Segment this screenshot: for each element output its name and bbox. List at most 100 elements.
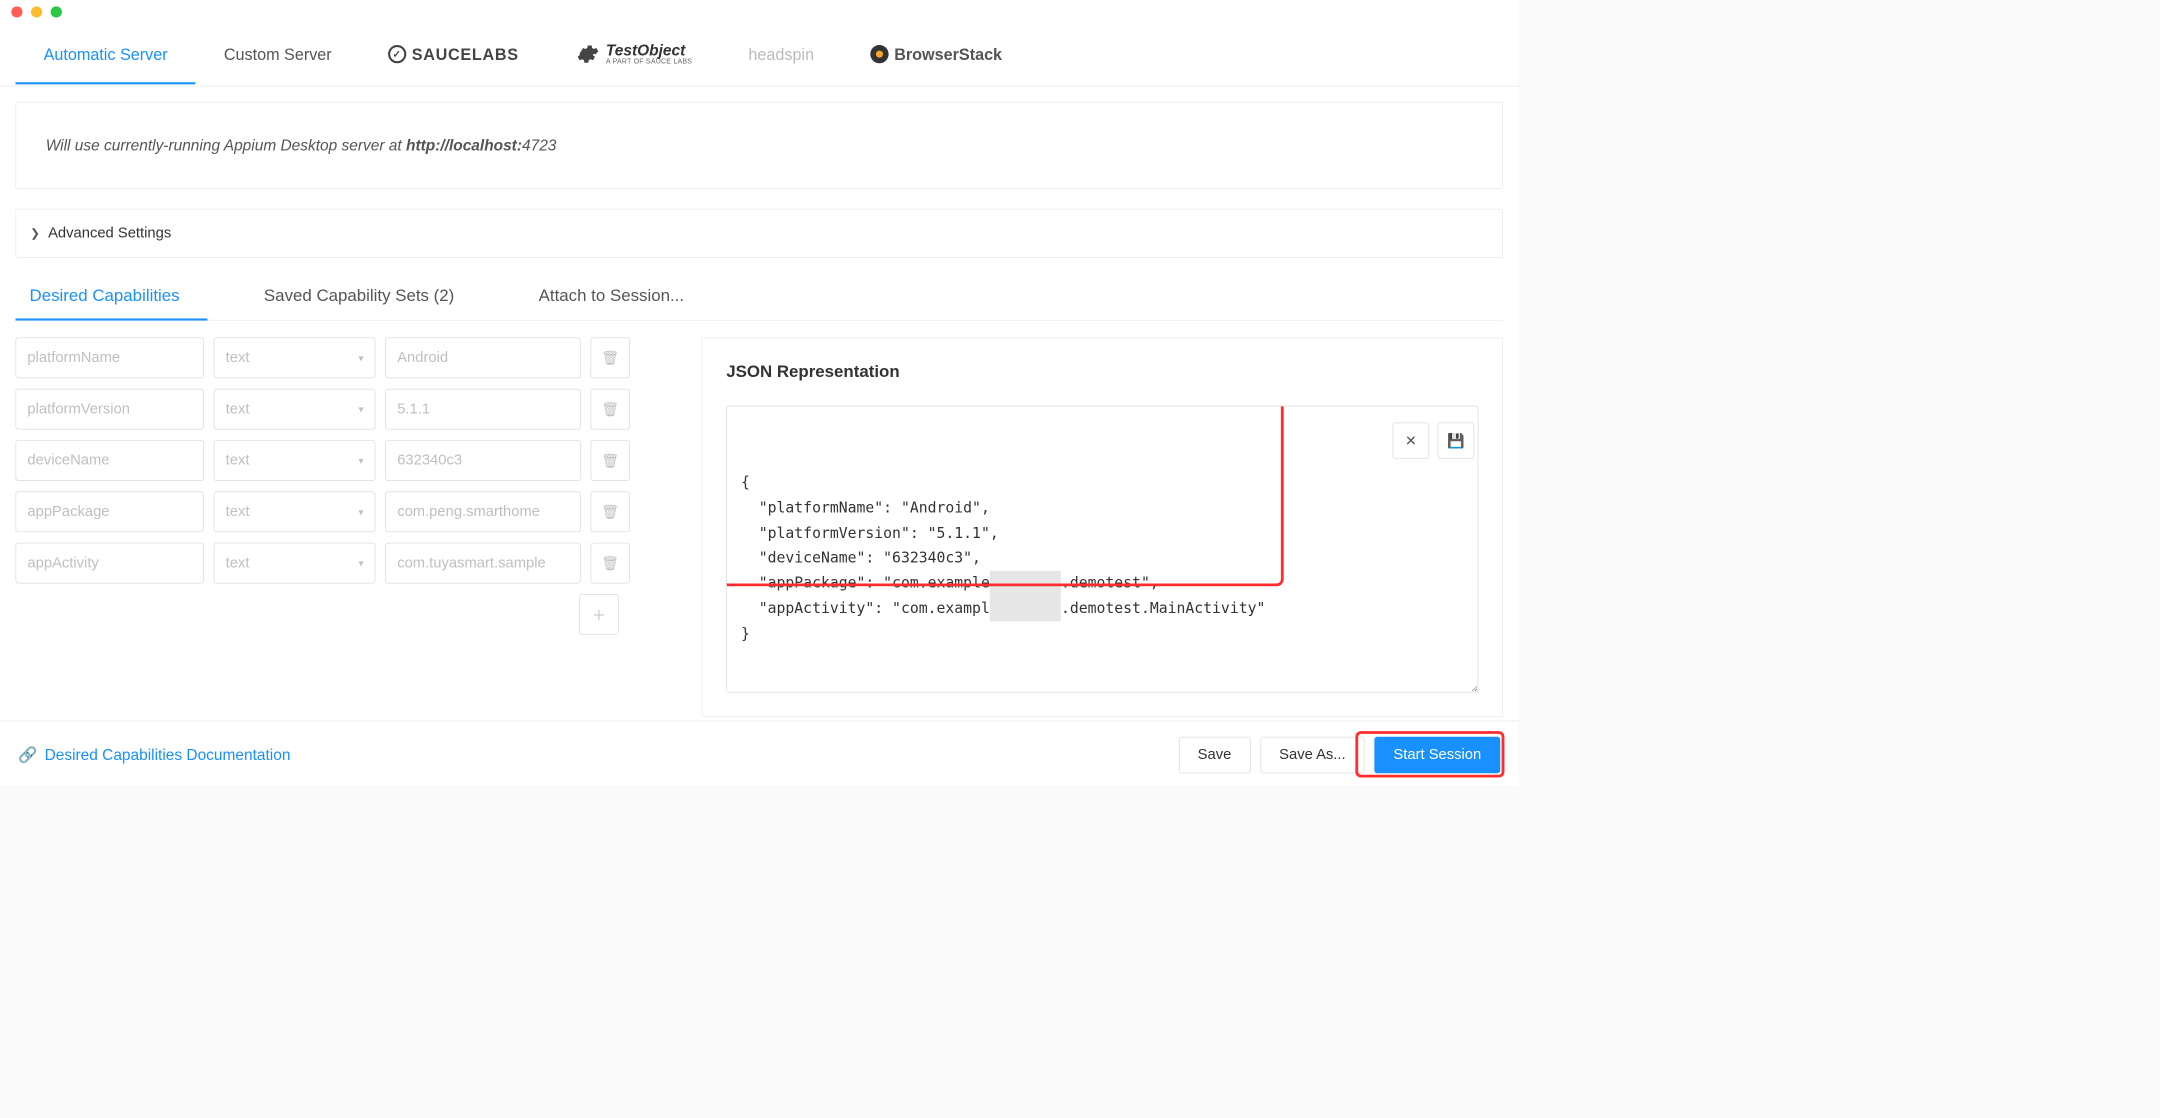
json-line: "platformName": "Android", xyxy=(741,499,990,516)
delete-capability-button[interactable]: 🗑 xyxy=(591,491,630,532)
trash-icon: 🗑 xyxy=(601,452,619,470)
start-session-button[interactable]: Start Session xyxy=(1374,737,1500,774)
json-title: JSON Representation xyxy=(726,362,1478,382)
capability-row: text ▾ 🗑 xyxy=(15,440,681,481)
trash-icon: 🗑 xyxy=(601,400,619,418)
capability-name-input[interactable] xyxy=(15,337,203,378)
browserstack-icon xyxy=(870,45,888,63)
headspin-logo: headspin xyxy=(748,45,814,64)
json-line: .demotest", xyxy=(1061,574,1159,591)
tab-browserstack[interactable]: BrowserStack xyxy=(842,26,1030,84)
json-panel: JSON Representation ✕ 💾 { "platformName"… xyxy=(702,337,1503,717)
capability-type-select[interactable]: text ▾ xyxy=(214,440,376,481)
json-line: "platformVersion": "5.1.1", xyxy=(741,524,999,541)
delete-capability-button[interactable]: 🗑 xyxy=(591,440,630,481)
gear-icon xyxy=(575,42,599,66)
tab-headspin[interactable]: headspin xyxy=(720,26,842,84)
trash-icon: 🗑 xyxy=(601,503,619,521)
tab-saucelabs[interactable]: ✓ SAUCELABS xyxy=(360,26,547,84)
footer-bar: 🔗 Desired Capabilities Documentation Sav… xyxy=(0,721,1518,786)
plus-icon: ＋ xyxy=(592,604,606,624)
link-icon: 🔗 xyxy=(18,746,37,764)
doc-link-label: Desired Capabilities Documentation xyxy=(45,746,291,764)
advanced-settings-label: Advanced Settings xyxy=(48,225,171,242)
tab-label: Automatic Server xyxy=(44,45,168,64)
saucelabs-logo: ✓ SAUCELABS xyxy=(388,45,519,64)
chevron-down-icon: ▾ xyxy=(359,403,364,415)
chevron-down-icon: ▾ xyxy=(359,557,364,569)
browserstack-logo: BrowserStack xyxy=(870,45,1002,64)
tab-attach-to-session[interactable]: Attach to Session... xyxy=(525,273,713,320)
capability-tabs: Desired Capabilities Saved Capability Se… xyxy=(15,273,1503,320)
saucelabs-icon: ✓ xyxy=(388,45,406,63)
capability-row: text ▾ 🗑 xyxy=(15,337,681,378)
json-line: "appPackage": "com.example xyxy=(741,574,990,591)
testobject-name: TestObject xyxy=(606,43,692,58)
trash-icon: 🗑 xyxy=(601,349,619,367)
advanced-settings-toggle[interactable]: ❯ Advanced Settings xyxy=(15,209,1503,258)
server-type-tabs: Automatic Server Custom Server ✓ SAUCELA… xyxy=(0,24,1518,87)
tab-custom-server[interactable]: Custom Server xyxy=(196,26,360,84)
server-info-message: Will use currently-running Appium Deskto… xyxy=(15,102,1503,189)
capability-type-select[interactable]: text ▾ xyxy=(214,389,376,430)
capability-value-input[interactable] xyxy=(385,491,580,532)
info-prefix: Will use currently-running Appium Deskto… xyxy=(46,136,406,154)
info-port: 4723 xyxy=(522,136,556,154)
info-host: http://localhost: xyxy=(406,136,522,154)
delete-capability-button[interactable]: 🗑 xyxy=(591,337,630,378)
doc-link[interactable]: 🔗 Desired Capabilities Documentation xyxy=(18,746,290,764)
json-textarea[interactable]: { "platformName": "Android", "platformVe… xyxy=(726,406,1478,693)
save-button[interactable]: Save xyxy=(1179,737,1251,774)
capability-row: text ▾ 🗑 xyxy=(15,543,681,584)
select-value: text xyxy=(226,503,250,520)
window-maximize-button[interactable] xyxy=(51,6,62,17)
select-value: text xyxy=(226,555,250,572)
tab-automatic-server[interactable]: Automatic Server xyxy=(15,26,195,84)
select-value: text xyxy=(226,452,250,469)
window-titlebar xyxy=(0,0,1518,24)
tab-desired-capabilities[interactable]: Desired Capabilities xyxy=(15,273,207,320)
saucelabs-text: SAUCELABS xyxy=(412,45,519,64)
capability-type-select[interactable]: text ▾ xyxy=(214,543,376,584)
tab-label: Saved Capability Sets (2) xyxy=(264,286,454,305)
browserstack-text: BrowserStack xyxy=(894,45,1002,64)
capability-name-input[interactable] xyxy=(15,491,203,532)
json-line: } xyxy=(741,625,750,642)
select-value: text xyxy=(226,401,250,418)
chevron-down-icon: ▾ xyxy=(359,454,364,466)
json-line: { xyxy=(741,474,750,491)
capability-value-input[interactable] xyxy=(385,440,580,481)
json-line: "appActivity": "com.exampl xyxy=(741,600,990,617)
save-as-button[interactable]: Save As... xyxy=(1260,737,1364,774)
capability-row: text ▾ 🗑 xyxy=(15,389,681,430)
add-capability-button[interactable]: ＋ xyxy=(579,594,618,635)
capability-rows: text ▾ 🗑 text ▾ 🗑 text ▾ 🗑 text ▾ 🗑 text ▾ 🗑 ＋ xyxy=(15,337,681,717)
redacted-text: xxxxxxxx xyxy=(990,571,1061,596)
capability-value-input[interactable] xyxy=(385,389,580,430)
chevron-down-icon: ▾ xyxy=(359,506,364,518)
select-value: text xyxy=(226,349,250,366)
json-line: .demotest.MainActivity" xyxy=(1061,600,1265,617)
window-close-button[interactable] xyxy=(11,6,22,17)
chevron-down-icon: ▾ xyxy=(359,352,364,364)
chevron-right-icon: ❯ xyxy=(30,226,39,240)
window-minimize-button[interactable] xyxy=(31,6,42,17)
json-line: "deviceName": "632340c3", xyxy=(741,549,981,566)
capability-type-select[interactable]: text ▾ xyxy=(214,337,376,378)
tab-label: Custom Server xyxy=(224,45,332,64)
capability-value-input[interactable] xyxy=(385,337,580,378)
capability-name-input[interactable] xyxy=(15,543,203,584)
capability-type-select[interactable]: text ▾ xyxy=(214,491,376,532)
testobject-logo: TestObject A PART OF SAUCE LABS xyxy=(575,42,692,66)
trash-icon: 🗑 xyxy=(601,554,619,572)
delete-capability-button[interactable]: 🗑 xyxy=(591,543,630,584)
delete-capability-button[interactable]: 🗑 xyxy=(591,389,630,430)
redacted-text: xxxxxxxx xyxy=(990,596,1061,621)
tab-saved-capability-sets[interactable]: Saved Capability Sets (2) xyxy=(250,273,483,320)
tab-label: Desired Capabilities xyxy=(30,286,180,305)
capability-name-input[interactable] xyxy=(15,440,203,481)
capability-name-input[interactable] xyxy=(15,389,203,430)
capability-value-input[interactable] xyxy=(385,543,580,584)
tab-label: Attach to Session... xyxy=(539,286,684,305)
tab-testobject[interactable]: TestObject A PART OF SAUCE LABS xyxy=(547,24,720,87)
